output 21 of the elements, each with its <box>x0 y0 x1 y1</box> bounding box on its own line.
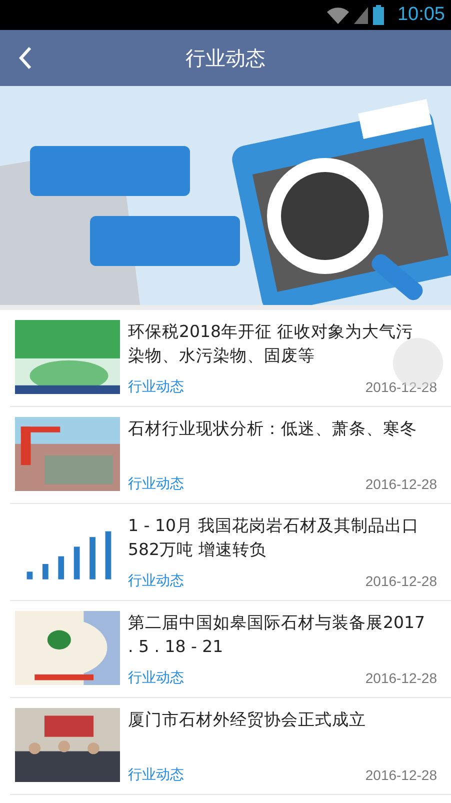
article-date: 2016-12-28 <box>365 379 437 395</box>
article-date: 2016-12-28 <box>365 573 437 589</box>
article-title[interactable]: 石材行业现状分析：低迷、萧条、寒冬 <box>128 417 437 441</box>
article-title[interactable]: 厦门市石材外经贸协会正式成立 <box>128 708 437 732</box>
article-category: 行业动态 <box>128 475 184 493</box>
article-category: 行业动态 <box>128 378 184 396</box>
article-category: 行业动态 <box>128 572 184 590</box>
article-category: 行业动态 <box>128 766 184 784</box>
article-title[interactable]: 1 - 10月 我国花岗岩石材及其制品出口582万吨 增速转负 <box>128 514 437 562</box>
status-time: 10:05 <box>397 4 445 26</box>
article-date: 2016-12-28 <box>365 670 437 686</box>
wifi-icon <box>327 6 350 24</box>
article-date: 2016-12-28 <box>365 767 437 783</box>
article-title[interactable]: 第二届中国如皋国际石材与装备展2017 . 5 . 18 - 21 <box>128 611 437 659</box>
article-title[interactable]: 环保税2018年开征 征收对象为大气污染物、水污染物、固废等 <box>128 320 437 368</box>
article-date: 2016-12-28 <box>365 476 437 492</box>
signal-icon <box>354 6 368 24</box>
back-icon[interactable] <box>18 46 32 70</box>
article-category: 行业动态 <box>128 669 184 687</box>
battery-icon <box>373 5 384 25</box>
page-title: 行业动态 <box>186 44 266 72</box>
